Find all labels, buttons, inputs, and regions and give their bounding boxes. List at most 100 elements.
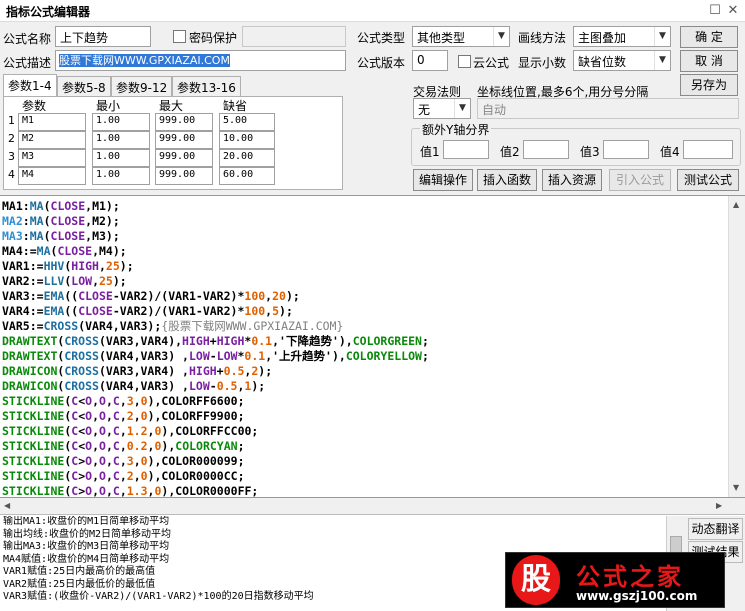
insert-resource-button[interactable]: 插入资源 (542, 169, 602, 191)
extra-y-axis-label: 额外Y轴分界 (420, 121, 492, 138)
param-name-field[interactable]: M2 (18, 131, 86, 149)
tab-params-13-16[interactable]: 参数13-16 (172, 76, 241, 96)
code-token: , (98, 259, 106, 273)
code-token: := (29, 304, 44, 318)
code-content[interactable]: MA1:MA(CLOSE,M1); MA2:MA(CLOSE,M2); MA3:MA… (2, 199, 429, 498)
draw-method-select[interactable]: 主图叠加 ▼ (573, 26, 671, 47)
editor-horizontal-scrollbar[interactable]: ◀ ▶ (0, 498, 745, 515)
code-line[interactable]: STICKLINE(C<O,O,C,2,0),COLORFF9900; (2, 409, 429, 424)
code-token: - (209, 349, 217, 363)
version-input[interactable]: 0 (412, 50, 448, 71)
param-default-field[interactable]: 60.00 (219, 167, 275, 185)
password-checkbox[interactable] (173, 30, 186, 43)
param-default-field[interactable]: 5.00 (219, 113, 275, 131)
code-token: , (92, 274, 99, 288)
param-max-field[interactable]: 999.00 (155, 149, 213, 167)
editor-vertical-scrollbar[interactable]: ▲ ▼ (728, 196, 745, 497)
code-line[interactable]: VAR5:=CROSS(VAR4,VAR3);{股票下载网WWW.GPXIAZA… (2, 319, 429, 334)
param-min-field[interactable]: 1.00 (92, 113, 150, 131)
import-formula-button[interactable]: 引入公式 (609, 169, 671, 191)
code-token: 100 (244, 289, 266, 303)
code-token: DRAWTEXT (2, 349, 58, 363)
code-token: HHV (43, 259, 65, 273)
password-input[interactable] (242, 26, 346, 47)
code-token: , (105, 439, 113, 453)
code-line[interactable]: STICKLINE(C<O,O,C,3,0),COLORFF6600; (2, 394, 429, 409)
param-min-field[interactable]: 1.00 (92, 149, 150, 167)
code-token: C (112, 484, 120, 498)
tab-params-9-12[interactable]: 参数9-12 (111, 76, 173, 96)
formula-name-input[interactable]: 上下趋势 (55, 26, 151, 47)
formula-desc-input[interactable]: 股票下载网WWW.GPXIAZAI.COM (55, 50, 346, 71)
code-line[interactable]: DRAWICON(CROSS(VAR4,VAR3) ,LOW-0.5,1); (2, 379, 429, 394)
param-name-field[interactable]: M1 (18, 113, 86, 131)
param-max-field[interactable]: 999.00 (155, 167, 213, 185)
code-line[interactable]: STICKLINE(C<O,O,C,0.2,0),COLORCYAN; (2, 439, 429, 454)
code-token: , (105, 454, 113, 468)
scroll-down-icon[interactable]: ▼ (733, 483, 739, 492)
code-line[interactable]: VAR1:=HHV(HIGH,25); (2, 259, 429, 274)
code-line[interactable]: STICKLINE(C>O,O,C,2,0),COLOR0000CC; (2, 469, 429, 484)
code-token: LOW (188, 349, 210, 363)
ok-button[interactable]: 确 定 (680, 26, 738, 48)
close-button[interactable]: ✕ (724, 2, 742, 20)
tab-params-5-8[interactable]: 参数5-8 (57, 76, 111, 96)
y4-input[interactable] (683, 140, 733, 159)
code-token: , (92, 454, 99, 468)
insert-function-button[interactable]: 插入函数 (477, 169, 537, 191)
trade-rule-select[interactable]: 无 ▼ (413, 98, 471, 119)
code-line[interactable]: VAR2:=LLV(LOW,25); (2, 274, 429, 289)
param-name-field[interactable]: M3 (18, 149, 86, 167)
tab-params-1-4[interactable]: 参数1-4 (3, 74, 57, 97)
code-line[interactable]: MA3:MA(CLOSE,M3); (2, 229, 429, 244)
code-line[interactable]: MA1:MA(CLOSE,M1); (2, 199, 429, 214)
code-token: MA2 (2, 214, 23, 228)
code-line[interactable]: STICKLINE(C>O,O,C,3,0),COLOR000099; (2, 454, 429, 469)
code-line[interactable]: STICKLINE(C>O,O,C,1.3,0),COLOR0000FF; (2, 484, 429, 498)
y1-input[interactable] (443, 140, 489, 159)
scroll-up-icon[interactable]: ▲ (733, 200, 739, 209)
cloud-formula-checkbox[interactable] (458, 55, 471, 68)
formula-type-select[interactable]: 其他类型 ▼ (412, 26, 510, 47)
param-row-number: 3 (8, 150, 15, 163)
param-max-field[interactable]: 999.00 (155, 113, 213, 131)
code-token: - (209, 379, 217, 393)
param-max-field[interactable]: 999.00 (155, 131, 213, 149)
code-line[interactable]: VAR3:=EMA((CLOSE-VAR2)/(VAR1-VAR2)*100,2… (2, 289, 429, 304)
code-editor[interactable]: MA1:MA(CLOSE,M1); MA2:MA(CLOSE,M2); MA3:MA… (0, 195, 745, 498)
test-formula-button[interactable]: 测试公式 (677, 169, 739, 191)
code-token: := (29, 274, 44, 288)
param-row-number: 2 (8, 132, 15, 145)
param-name-field[interactable]: M4 (18, 167, 86, 185)
code-token: , (105, 469, 113, 483)
param-default-field[interactable]: 20.00 (219, 149, 275, 167)
param-min-field[interactable]: 1.00 (92, 131, 150, 149)
decimals-select[interactable]: 缺省位数 ▼ (573, 50, 671, 71)
code-token: ( (43, 214, 51, 228)
scroll-right-icon[interactable]: ▶ (716, 501, 722, 510)
y2-input[interactable] (523, 140, 569, 159)
code-line[interactable]: DRAWICON(CROSS(VAR3,VAR4) ,HIGH+0.5,2); (2, 364, 429, 379)
code-line[interactable]: STICKLINE(C<O,O,C,1.2,0),COLORFFCC00; (2, 424, 429, 439)
restore-button[interactable]: ☐ (706, 2, 724, 20)
code-token: O (99, 439, 106, 453)
code-line[interactable]: VAR4:=EMA((CLOSE-VAR2)/(VAR1-VAR2)*100,5… (2, 304, 429, 319)
code-token: CROSS (43, 319, 79, 333)
coord-line-input[interactable]: 自动 (477, 98, 739, 119)
save-as-button[interactable]: 另存为 (680, 74, 738, 96)
code-token: STICKLINE (2, 394, 65, 408)
cancel-button[interactable]: 取 消 (680, 50, 738, 72)
y3-input[interactable] (603, 140, 649, 159)
code-token: 3 (126, 454, 134, 468)
code-token: LOW (188, 379, 210, 393)
code-token: CLOSE (50, 214, 86, 228)
param-default-field[interactable]: 10.00 (219, 131, 275, 149)
edit-operations-button[interactable]: 编辑操作 (413, 169, 473, 191)
param-min-field[interactable]: 1.00 (92, 167, 150, 185)
code-line[interactable]: MA2:MA(CLOSE,M2); (2, 214, 429, 229)
code-line[interactable]: MA4:=MA(CLOSE,M4); (2, 244, 429, 259)
code-line[interactable]: DRAWTEXT(CROSS(VAR3,VAR4),HIGH+HIGH*0.1,… (2, 334, 429, 349)
code-line[interactable]: DRAWTEXT(CROSS(VAR4,VAR3) ,LOW-LOW*0.1,'… (2, 349, 429, 364)
dynamic-translate-tab[interactable]: 动态翻译 (688, 518, 743, 540)
scroll-left-icon[interactable]: ◀ (4, 501, 10, 510)
